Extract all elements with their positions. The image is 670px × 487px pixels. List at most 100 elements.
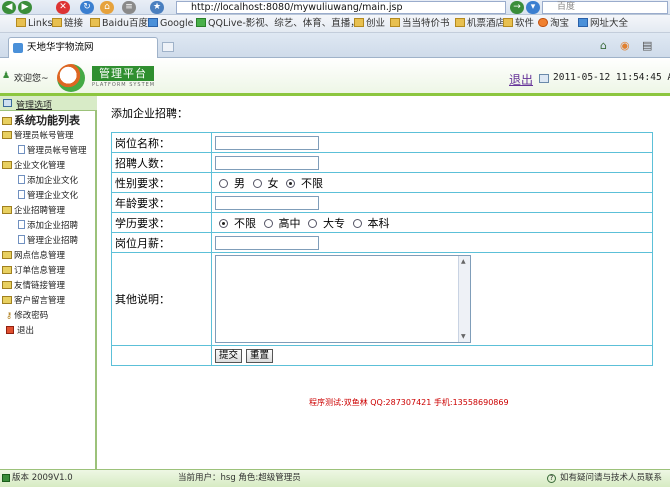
tab-title: 天地华宇物流网 [27, 42, 94, 53]
folder-icon [455, 18, 465, 27]
sidebar-item-label: 添加企业招聘 [27, 221, 79, 231]
sidebar-item-admin-folder[interactable]: 管理员帐号管理 [2, 130, 74, 142]
education-radio-college[interactable] [308, 218, 317, 228]
sidebar-item-label: 添加企业文化 [27, 176, 79, 186]
exit-icon [6, 326, 14, 334]
sidebar-item-links[interactable]: 友情链接管理 [2, 280, 65, 292]
folder-closed-icon [2, 251, 12, 259]
sidebar-item-label: 管理员帐号管理 [27, 146, 87, 156]
stop-icon[interactable]: ✕ [56, 1, 70, 14]
form-cell: 提交 重置 [211, 345, 653, 366]
scroll-down-icon[interactable]: ▼ [461, 333, 466, 340]
gender-radio-any[interactable] [286, 178, 295, 188]
favorites-icon[interactable]: ★ [150, 1, 164, 14]
history-icon[interactable]: ≡ [122, 1, 136, 14]
education-radio-any[interactable] [219, 218, 228, 228]
form-row-gender: 性别要求： 男 女 不限 [111, 172, 653, 193]
sidebar-item-recruit-folder[interactable]: 企业招聘管理 [2, 205, 65, 217]
search-input[interactable]: 百度 [542, 1, 668, 14]
help-icon: ? [547, 474, 556, 483]
form-row-actions: 提交 重置 [111, 345, 653, 366]
fav-jipiao[interactable]: 机票酒店 [455, 17, 505, 31]
fav-google[interactable]: Google [148, 17, 194, 31]
folder-closed-icon [2, 266, 12, 274]
sidebar-item-label: 客户留言管理 [14, 296, 66, 306]
textarea-scrollbar[interactable]: ▲ ▼ [458, 256, 470, 342]
scroll-up-icon[interactable]: ▲ [461, 258, 466, 265]
fav-chuangye[interactable]: 创业 [354, 17, 385, 31]
welcome-text: 欢迎您~ [14, 74, 49, 84]
sidebar-item-manage-recruit[interactable]: 管理企业招聘 [18, 235, 78, 247]
sidebar-title: 管理选项 [16, 101, 53, 111]
page-title: 添加企业招聘： [111, 107, 188, 120]
age-input[interactable] [215, 195, 319, 210]
back-icon[interactable]: ◀ [2, 1, 16, 14]
sidebar-item-manage-culture[interactable]: 管理企业文化 [18, 190, 78, 202]
favorites-bar: Links 链接 Baidu百度 Google QQLive-影视、综艺、体育、… [0, 15, 670, 33]
folder-icon [52, 18, 62, 27]
fav-qqlive[interactable]: QQLive-影视、综艺、体育、直播，... [196, 17, 358, 31]
sidebar-item-exit[interactable]: 退出 [6, 325, 34, 337]
position-input[interactable] [215, 135, 319, 150]
education-radio-bachelor[interactable] [352, 218, 362, 228]
version-icon [2, 474, 10, 482]
fav-wangzhi[interactable]: 网址大全 [578, 17, 628, 31]
submit-button[interactable]: 提交 [215, 348, 243, 363]
education-label: 学历要求： [111, 212, 212, 233]
page-icon[interactable]: ▾ [526, 1, 540, 14]
globe-icon [578, 18, 588, 27]
form-cell [211, 192, 653, 213]
feed-icon[interactable]: ◉ [620, 39, 630, 52]
reset-button[interactable]: 重置 [246, 348, 274, 363]
new-tab-icon[interactable] [162, 42, 174, 52]
count-input[interactable] [215, 155, 319, 170]
fav-taobao[interactable]: 淘宝 [538, 17, 569, 31]
fav-label: QQLive-影视、综艺、体育、直播，... [208, 18, 358, 29]
folder-open-icon [2, 131, 12, 139]
fav-lianjie[interactable]: 链接 [52, 17, 83, 31]
address-bar[interactable]: http://localhost:8080/mywuliuwang/main.j… [176, 1, 506, 14]
go-icon[interactable]: → [510, 1, 524, 14]
other-textarea[interactable]: ▲ ▼ [215, 255, 471, 343]
folder-icon [16, 18, 26, 27]
fav-links[interactable]: Links [16, 17, 52, 31]
sidebar-item-culture-folder[interactable]: 企业文化管理 [2, 160, 65, 172]
form-cell: ▲ ▼ [211, 252, 653, 346]
salary-input[interactable] [215, 235, 319, 250]
fav-label: Google [160, 18, 194, 29]
fav-ruanjian[interactable]: 软件 [503, 17, 534, 31]
fav-baidu[interactable]: Baidu百度 [90, 17, 148, 31]
education-radio-highschool[interactable] [263, 218, 273, 228]
sidebar-item-label: 企业文化管理 [14, 161, 66, 171]
logout-link[interactable]: 退出 [509, 71, 533, 88]
gender-radio-male[interactable] [219, 178, 228, 188]
folder-open-icon [2, 161, 12, 169]
form-row-position: 岗位名称： [111, 132, 653, 153]
count-label: 招聘人数： [111, 152, 212, 173]
fav-label: Links [28, 18, 53, 29]
print-icon[interactable]: ▤ [642, 39, 652, 52]
sidebar-item-messages[interactable]: 客户留言管理 [2, 295, 65, 307]
forward-icon[interactable]: ▶ [18, 1, 32, 14]
form-row-count: 招聘人数： [111, 152, 653, 173]
home-icon[interactable]: ⌂ [600, 39, 607, 52]
sidebar-item-change-password[interactable]: ⚷ 修改密码 [6, 310, 48, 322]
fav-dangdang[interactable]: 当当特价书 [390, 17, 450, 31]
sidebar-item-orders[interactable]: 订单信息管理 [2, 265, 65, 277]
gender-radio-female[interactable] [252, 178, 262, 188]
version-text: 版本 2009V1.0 [12, 473, 73, 483]
age-label: 年龄要求： [111, 192, 212, 213]
sidebar-item-add-recruit[interactable]: 添加企业招聘 [18, 220, 78, 232]
gender-label: 性别要求： [111, 172, 212, 193]
sidebar-item-label: 订单信息管理 [14, 266, 66, 276]
sidebar-item-add-culture[interactable]: 添加企业文化 [18, 175, 78, 187]
browser-tab[interactable]: 天地华宇物流网 [8, 37, 158, 58]
document-icon [18, 235, 25, 244]
fav-label: 机票酒店 [467, 18, 506, 29]
sidebar-item-outlets[interactable]: 网点信息管理 [2, 250, 65, 262]
folder-icon [90, 18, 100, 27]
refresh-icon[interactable]: ↻ [80, 1, 94, 14]
home-icon[interactable]: ⌂ [100, 1, 114, 14]
sidebar-item-admin-accounts[interactable]: 管理员帐号管理 [18, 145, 87, 157]
folder-icon [503, 18, 513, 27]
